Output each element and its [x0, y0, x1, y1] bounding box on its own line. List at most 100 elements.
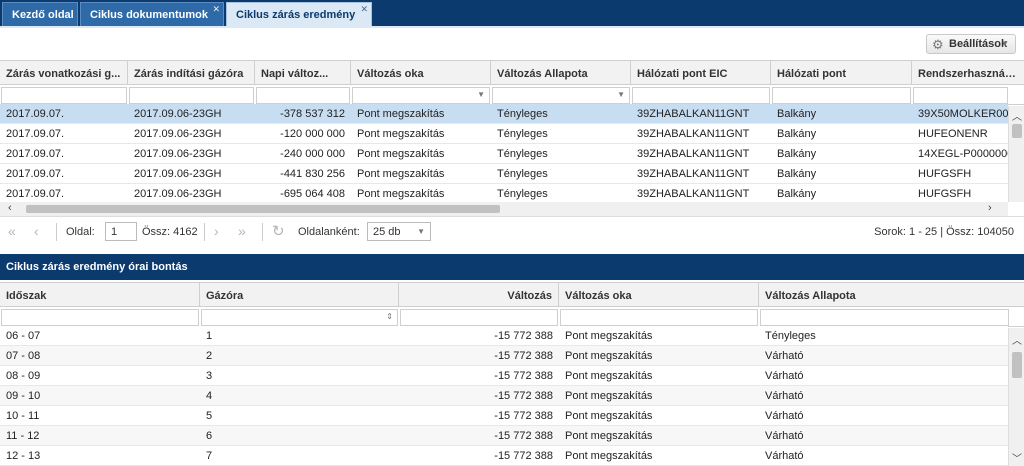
column-header[interactable]: Napi változ... [255, 61, 351, 84]
table-row[interactable]: 09 - 10 4 -15 772 388 Pont megszakítás V… [0, 386, 1008, 406]
chevron-down-icon: ▼ [617, 90, 625, 99]
cell-gas-hour: 2017.09.06-23GH [134, 168, 222, 180]
cell-change: -15 772 388 [494, 410, 553, 422]
filter-input[interactable] [772, 87, 911, 104]
cell-status: Tényleges [497, 128, 548, 140]
divider [56, 223, 57, 241]
divider [204, 223, 205, 241]
column-header[interactable]: Változás Allapota [491, 61, 631, 84]
filter-input[interactable] [560, 309, 758, 326]
main-grid-horizontal-scrollbar[interactable]: ‹ › [0, 202, 1008, 216]
close-icon[interactable]: ✕ [212, 4, 220, 15]
table-row[interactable]: 2017.09.07. 2017.09.06-23GH -240 000 000… [0, 144, 1008, 164]
detail-grid-vertical-scrollbar[interactable]: ︿ ﹀ [1008, 328, 1024, 466]
filter-select[interactable]: ▼ [352, 87, 490, 104]
filter-input[interactable] [632, 87, 770, 104]
column-header[interactable]: Változás [399, 283, 559, 306]
first-page-icon[interactable]: « [8, 223, 16, 239]
cell-gas-hour: 4 [206, 390, 213, 402]
cell-eic: 39ZHABALKAN11GNT [637, 148, 750, 160]
cell-reason: Pont megszakítás [565, 370, 653, 382]
table-row[interactable]: 07 - 08 2 -15 772 388 Pont megszakítás V… [0, 346, 1008, 366]
cell-reason: Pont megszakítás [565, 350, 653, 362]
filter-row: ▼ ▼ [0, 85, 1024, 105]
detail-grid: Időszak Gázóra Változás Változás oka Vál… [0, 280, 1024, 466]
settings-label: Beállítások [949, 38, 1008, 50]
cell-period: 06 - 07 [6, 330, 41, 342]
column-header[interactable]: Időszak [0, 283, 200, 306]
per-page-select[interactable]: 25 db ▼ [367, 222, 431, 241]
scroll-down-icon[interactable]: ﹀ [1009, 450, 1024, 465]
scroll-up-icon[interactable]: ︿ [1009, 108, 1024, 123]
chevron-down-icon: ▼ [477, 90, 485, 99]
column-header[interactable]: Rendszerhasználó EI [912, 61, 1024, 84]
cell-status: Tényleges [497, 168, 548, 180]
tab-bar: Kezdő oldal Ciklus dokumentumok ✕ Ciklus… [0, 0, 1024, 28]
column-header[interactable]: Hálózati pont EIC [631, 61, 771, 84]
tab-label: Kezdő oldal [12, 9, 74, 21]
detail-grid-header: Időszak Gázóra Változás Változás oka Vál… [0, 282, 1024, 307]
scroll-left-icon[interactable]: ‹ [8, 202, 12, 214]
cell-change: -15 772 388 [494, 350, 553, 362]
filter-input[interactable] [1, 87, 127, 104]
page-input[interactable]: 1 [105, 222, 137, 241]
per-page-value: 25 db [373, 226, 401, 238]
next-page-icon[interactable]: › [214, 223, 219, 239]
cell-point: Balkány [777, 168, 817, 180]
column-header[interactable]: Zárás indítási gázóra [128, 61, 255, 84]
table-row[interactable]: 2017.09.07. 2017.09.06-23GH -695 064 408… [0, 184, 1008, 204]
cell-daily-change: -120 000 000 [280, 128, 345, 140]
scrollbar-thumb[interactable] [26, 205, 500, 213]
filter-select[interactable]: ▼ [492, 87, 630, 104]
column-header[interactable]: Hálózati pont [771, 61, 912, 84]
filter-input[interactable] [760, 309, 1009, 326]
column-header[interactable]: Gázóra [200, 283, 399, 306]
scrollbar-thumb[interactable] [1012, 352, 1022, 378]
table-row[interactable]: 06 - 07 1 -15 772 388 Pont megszakítás T… [0, 326, 1008, 346]
cell-point: Balkány [777, 148, 817, 160]
scrollbar-thumb[interactable] [1012, 124, 1022, 138]
column-header[interactable]: Változás oka [351, 61, 491, 84]
tab-cycle-close-result[interactable]: Ciklus zárás eredmény ✕ [226, 2, 372, 28]
page-label: Oldal: [66, 226, 95, 238]
chevron-down-icon: ▼ [417, 227, 425, 236]
filter-input[interactable] [1, 309, 199, 326]
cell-status: Várható [765, 450, 804, 462]
filter-input[interactable] [256, 87, 350, 104]
previous-page-icon[interactable]: ‹ [34, 223, 39, 239]
table-row[interactable]: 10 - 11 5 -15 772 388 Pont megszakítás V… [0, 406, 1008, 426]
filter-input[interactable] [129, 87, 254, 104]
cell-point: Balkány [777, 108, 817, 120]
refresh-icon[interactable]: ↻ [272, 222, 285, 240]
cell-daily-change: -240 000 000 [280, 148, 345, 160]
table-row[interactable]: 2017.09.07. 2017.09.06-23GH -378 537 312… [0, 104, 1008, 124]
tab-cycle-documents[interactable]: Ciklus dokumentumok ✕ [80, 2, 224, 26]
table-row[interactable]: 11 - 12 6 -15 772 388 Pont megszakítás V… [0, 426, 1008, 446]
table-row[interactable]: 12 - 13 7 -15 772 388 Pont megszakítás V… [0, 446, 1008, 466]
table-row[interactable]: 08 - 09 3 -15 772 388 Pont megszakítás V… [0, 366, 1008, 386]
scroll-right-icon[interactable]: › [988, 202, 992, 214]
tab-home[interactable]: Kezdő oldal [2, 2, 78, 26]
column-header[interactable]: Zárás vonatkozási g... [0, 61, 128, 84]
filter-input[interactable] [400, 309, 558, 326]
last-page-icon[interactable]: » [238, 223, 246, 239]
filter-input[interactable] [913, 87, 1008, 104]
cell-gas-hour: 2017.09.06-23GH [134, 148, 222, 160]
tab-label: Ciklus dokumentumok [90, 9, 208, 21]
cell-date: 2017.09.07. [6, 128, 65, 140]
cell-period: 07 - 08 [6, 350, 41, 362]
column-header[interactable]: Változás oka [559, 283, 759, 306]
cell-status: Várható [765, 390, 804, 402]
cell-gas-hour: 1 [206, 330, 213, 342]
cell-period: 09 - 10 [6, 390, 41, 402]
table-row[interactable]: 2017.09.07. 2017.09.06-23GH -120 000 000… [0, 124, 1008, 144]
cell-eic: 39ZHABALKAN11GNT [637, 128, 750, 140]
settings-button[interactable]: ⚙ Beállítások ▼ [926, 34, 1016, 54]
cell-period: 10 - 11 [6, 410, 40, 422]
scroll-up-icon[interactable]: ︿ [1009, 332, 1024, 347]
close-icon[interactable]: ✕ [360, 4, 368, 15]
filter-input[interactable]: ⇕ [201, 309, 398, 326]
table-row[interactable]: 2017.09.07. 2017.09.06-23GH -441 830 256… [0, 164, 1008, 184]
column-header[interactable]: Változás Allapota [759, 283, 1024, 306]
main-grid-vertical-scrollbar[interactable]: ︿ [1008, 106, 1024, 202]
